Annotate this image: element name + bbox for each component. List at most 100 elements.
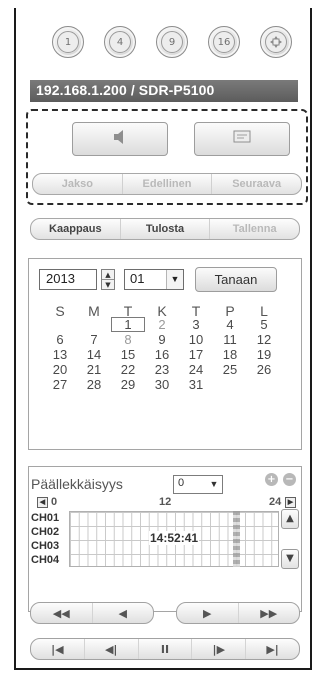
day-cell[interactable]: 12 — [247, 332, 281, 347]
year-field[interactable]: 2013 — [39, 269, 97, 290]
month-value: 01 — [130, 271, 145, 286]
calendar-grid: S M T K T P L 1 2 3 4 5 6 7 8 9 10 11 12… — [43, 302, 293, 392]
layout-9-button[interactable]: 9 — [156, 26, 188, 58]
timeline-channel-list: CH01 CH02 CH03 CH04 — [30, 511, 68, 567]
fast-rewind-button[interactable]: ◀◀ — [31, 603, 92, 623]
day-cell — [213, 377, 247, 392]
period-navigation: Jakso Edellinen Seuraava — [32, 173, 302, 195]
day-cell — [43, 317, 77, 332]
layout-16-button[interactable]: 16 — [208, 26, 240, 58]
overlap-value: 0 — [178, 477, 185, 489]
day-cell[interactable]: 6 — [43, 332, 77, 347]
day-cell[interactable]: 21 — [77, 362, 111, 377]
audio-display-group: Jakso Edellinen Seuraava — [26, 109, 308, 205]
day-cell[interactable]: 26 — [247, 362, 281, 377]
layout-4-button[interactable]: 4 — [104, 26, 136, 58]
year-down-icon[interactable]: ▼ — [102, 280, 114, 290]
step-forward-button[interactable]: |▶ — [191, 639, 245, 659]
day-cell[interactable]: 2 — [145, 317, 179, 332]
print-button[interactable]: Tulosta — [119, 219, 210, 239]
day-cell[interactable]: 18 — [213, 347, 247, 362]
chevron-down-icon[interactable]: ▼ — [166, 270, 183, 289]
channel-layout-buttons: 1 4 9 16 — [16, 26, 314, 60]
day-cell[interactable]: 9 — [145, 332, 179, 347]
play-button[interactable]: ▶ — [177, 603, 238, 623]
calendar-panel: 2013 ▲ ▼ 01 ▼ Tanaan S M T K T P L 1 2 3… — [28, 258, 302, 450]
overlap-label: Päällekkäisyys — [31, 476, 123, 492]
layout-16-label: 16 — [213, 31, 235, 53]
day-cell-selected[interactable]: 1 — [111, 317, 145, 332]
layout-9-label: 9 — [161, 31, 183, 53]
control-panel: 1 4 9 16 192.168.1.200 / SDR-P5100 Jakso… — [14, 8, 312, 670]
day-cell[interactable]: 23 — [145, 362, 179, 377]
first-frame-button[interactable]: |◀ — [31, 639, 84, 659]
day-cell[interactable]: 20 — [43, 362, 77, 377]
timeline-scale: ◀ 0 12 24 ▶ — [37, 496, 299, 509]
action-buttons: Kaappaus Tulosta Tallenna — [30, 218, 300, 240]
day-cell — [77, 317, 111, 332]
channel-label: CH02 — [31, 526, 60, 538]
day-cell[interactable]: 5 — [247, 317, 281, 332]
scale-end: 24 — [269, 496, 282, 508]
step-back-button[interactable]: ◀| — [83, 639, 138, 659]
day-cell[interactable]: 28 — [77, 377, 111, 392]
scroll-down-icon[interactable]: ▼ — [281, 549, 299, 569]
day-cell[interactable]: 8 — [111, 332, 145, 347]
day-cell[interactable]: 17 — [179, 347, 213, 362]
day-cell[interactable]: 10 — [179, 332, 213, 347]
day-cell[interactable]: 7 — [77, 332, 111, 347]
display-button[interactable] — [194, 122, 290, 156]
period-button[interactable]: Jakso — [33, 174, 122, 194]
rewind-group: ◀◀ ◀ — [30, 602, 154, 624]
day-cell[interactable]: 11 — [213, 332, 247, 347]
day-cell[interactable]: 13 — [43, 347, 77, 362]
scroll-left-icon[interactable]: ◀ — [37, 497, 48, 508]
layout-1-button[interactable]: 1 — [52, 26, 84, 58]
scroll-right-icon[interactable]: ▶ — [285, 497, 296, 508]
scroll-up-icon[interactable]: ▲ — [281, 509, 299, 529]
timeline-panel: Päällekkäisyys 0 ▼ + − ◀ 0 12 24 ▶ CH01 … — [28, 466, 302, 612]
channel-label: CH04 — [31, 554, 60, 566]
fast-forward-button[interactable]: ▶▶ — [237, 603, 300, 623]
day-cell[interactable]: 25 — [213, 362, 247, 377]
previous-button[interactable]: Edellinen — [121, 174, 212, 194]
channel-label: CH01 — [31, 512, 60, 524]
year-up-icon[interactable]: ▲ — [102, 270, 114, 280]
day-cell[interactable]: 16 — [145, 347, 179, 362]
zoom-in-icon[interactable]: + — [265, 473, 278, 486]
day-cell — [247, 377, 281, 392]
chevron-down-icon[interactable]: ▼ — [206, 476, 222, 493]
save-button[interactable]: Tallenna — [209, 219, 299, 239]
audio-button[interactable] — [72, 122, 168, 156]
day-cell[interactable]: 27 — [43, 377, 77, 392]
month-select[interactable]: 01 ▼ — [124, 269, 184, 290]
pause-button[interactable]: II — [137, 639, 192, 659]
day-cell[interactable]: 15 — [111, 347, 145, 362]
last-frame-button[interactable]: ▶| — [245, 639, 299, 659]
day-cell[interactable]: 24 — [179, 362, 213, 377]
frame-control-group: |◀ ◀| II |▶ ▶| — [30, 638, 300, 660]
device-address: 192.168.1.200 / SDR-P5100 — [30, 80, 298, 102]
day-cell[interactable]: 4 — [213, 317, 247, 332]
year-spinner[interactable]: ▲ ▼ — [101, 269, 115, 290]
layout-4-label: 4 — [109, 31, 131, 53]
day-cell[interactable]: 3 — [179, 317, 213, 332]
day-cell[interactable]: 29 — [111, 377, 145, 392]
zoom-out-icon[interactable]: − — [283, 473, 296, 486]
scale-mid: 12 — [159, 496, 172, 508]
overlap-select[interactable]: 0 ▼ — [173, 475, 223, 494]
day-cell[interactable]: 31 — [179, 377, 213, 392]
day-cell[interactable]: 19 — [247, 347, 281, 362]
next-button[interactable]: Seuraava — [211, 174, 301, 194]
day-cell[interactable]: 30 — [145, 377, 179, 392]
today-button[interactable]: Tanaan — [195, 267, 277, 292]
fullscreen-button[interactable] — [260, 26, 292, 58]
layout-1-label: 1 — [57, 31, 79, 53]
capture-button[interactable]: Kaappaus — [31, 219, 120, 239]
time-cursor[interactable] — [233, 511, 240, 567]
day-cell[interactable]: 22 — [111, 362, 145, 377]
channel-scroll: ▲ ▼ — [281, 509, 299, 569]
rewind-button[interactable]: ◀ — [91, 603, 154, 623]
scale-start: 0 — [51, 496, 58, 508]
day-cell[interactable]: 14 — [77, 347, 111, 362]
